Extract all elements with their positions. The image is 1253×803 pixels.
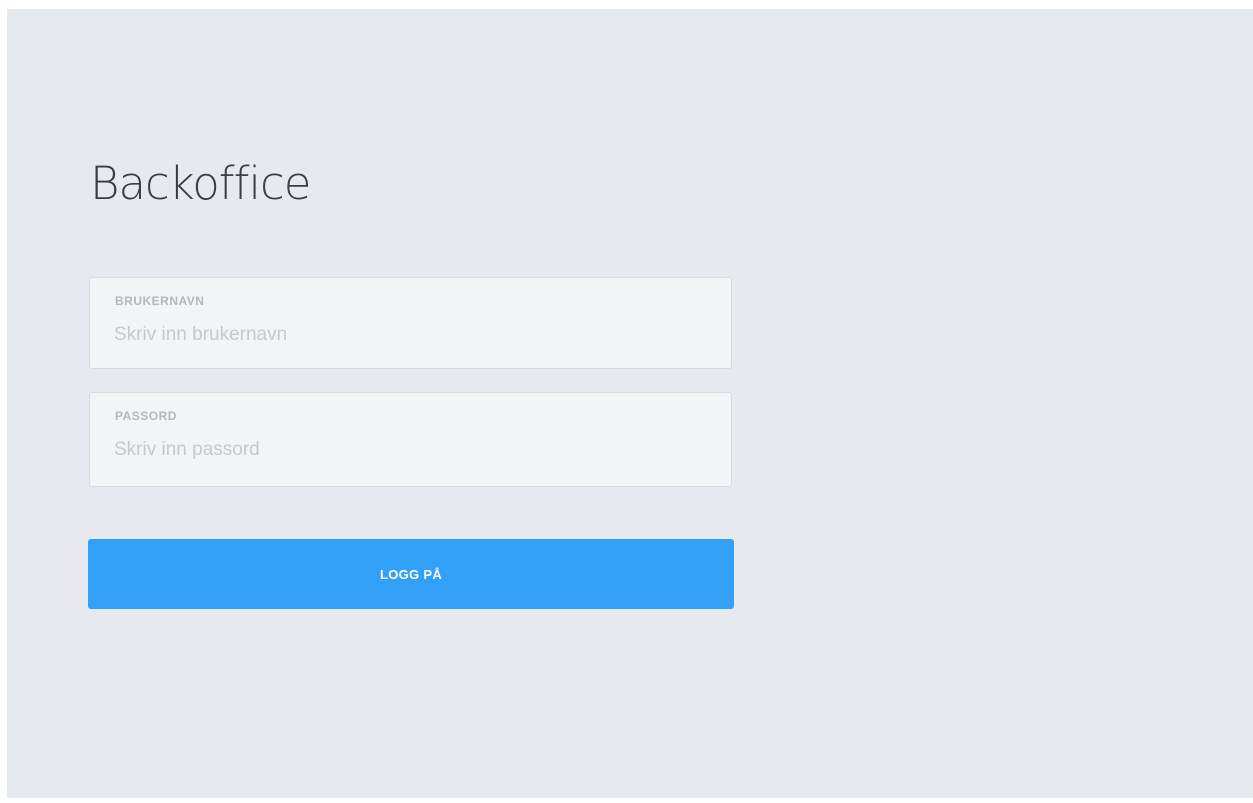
login-button[interactable]: LOGG PÅ xyxy=(88,539,734,609)
password-input[interactable] xyxy=(114,437,704,463)
page-title: Backoffice xyxy=(90,157,311,210)
username-field[interactable]: BRUKERNAVN xyxy=(89,277,732,369)
password-field[interactable]: PASSORD xyxy=(89,392,732,487)
password-label: PASSORD xyxy=(115,409,177,423)
username-input[interactable] xyxy=(114,322,704,348)
login-page: Backoffice BRUKERNAVN PASSORD LOGG PÅ xyxy=(7,9,1253,798)
username-label: BRUKERNAVN xyxy=(115,294,205,308)
